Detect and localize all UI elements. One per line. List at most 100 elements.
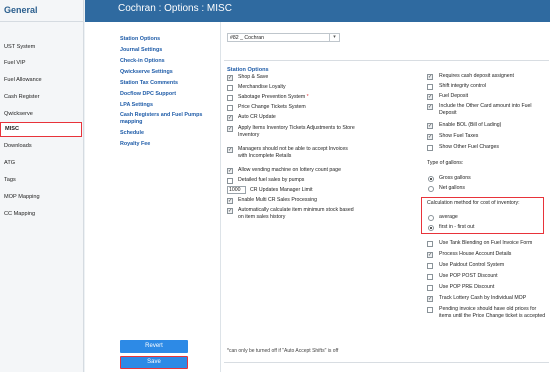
radio-gross-gallons[interactable] [428, 176, 434, 182]
option-label: first in - first out [439, 224, 475, 230]
checkbox-enable-bol[interactable]: ✓ [427, 123, 433, 129]
sidebar-item-fuel-vip[interactable]: Fuel VIP [0, 56, 82, 71]
chevron-down-icon[interactable]: ▾ [329, 34, 339, 41]
sidebar-item-tags[interactable]: Tags [0, 173, 82, 188]
checkbox-cash-deposit-assignment[interactable]: ✓ [427, 74, 433, 80]
option-label: Use Paidout Control System [439, 262, 505, 268]
checkbox-sabotage-prevention[interactable] [227, 95, 233, 101]
checkbox-show-fuel-taxes[interactable]: ✓ [427, 134, 433, 140]
divider [224, 362, 549, 363]
checkbox-merchandise-loyalty[interactable] [227, 85, 233, 91]
save-button[interactable]: Save [120, 356, 188, 369]
nav-docflow-dpc-support[interactable]: Docflow DPC Support [120, 91, 216, 98]
sidebar-item-qwickserve[interactable]: Qwickserve [0, 107, 82, 122]
option-label: Sabotage Prevention System [238, 94, 306, 100]
sidebar: General UST System Fuel VIP Fuel Allowan… [0, 0, 84, 372]
settings-nav: Station Options Journal Settings Check-i… [85, 22, 221, 372]
checkbox-shift-integrity[interactable] [427, 84, 433, 90]
option-label: Automatically calculate item minimum sto… [238, 207, 354, 220]
option-label: Merchandise Loyalty [238, 84, 286, 90]
option-label: Include the Other Card amount into Fuel … [439, 103, 532, 116]
option-label: Process House Account Details [439, 251, 512, 257]
cr-manager-limit-input[interactable]: 1000 [227, 186, 246, 194]
checkbox-price-change-tickets[interactable] [227, 105, 233, 111]
checkbox-shop-save[interactable]: ✓ [227, 75, 233, 81]
checkbox-detailed-fuel-sales[interactable] [227, 178, 233, 184]
option-label: Auto CR Update [238, 114, 276, 120]
sidebar-item-ust-system[interactable]: UST System [0, 40, 82, 55]
option-label: Fuel Deposit [439, 93, 469, 99]
sidebar-item-cc-mapping[interactable]: CC Mapping [0, 207, 82, 222]
page-header: Cochran : Options : MISC [85, 0, 550, 22]
checkbox-managers-incomplete-retails[interactable]: ✓ [227, 147, 233, 153]
checkbox-paidout-control[interactable] [427, 263, 433, 269]
sidebar-item-fuel-allowance[interactable]: Fuel Allowance [0, 73, 82, 88]
option-label: Pending invoice should have old prices f… [439, 306, 546, 319]
nav-lpa-settings[interactable]: LPA Settings [120, 102, 216, 109]
nav-station-options[interactable]: Station Options [120, 36, 216, 43]
nav-check-in-options[interactable]: Check-in Options [120, 58, 216, 65]
option-label: Requires cash deposit assignent [439, 73, 514, 79]
gallons-title: Type of gallons: [427, 160, 464, 166]
checkbox-multi-cr-sales[interactable]: ✓ [227, 198, 233, 204]
nav-journal-settings[interactable]: Journal Settings [120, 47, 216, 54]
checkbox-vending-machine-lottery[interactable]: ✓ [227, 168, 233, 174]
option-label: Use POP POST Discount [439, 273, 498, 279]
sidebar-title: General [0, 0, 83, 22]
option-label: Enable Multi CR Sales Processing [238, 197, 318, 203]
sidebar-item-cash-register[interactable]: Cash Register [0, 90, 82, 105]
checkbox-auto-min-stock[interactable]: ✓ [227, 208, 233, 214]
sidebar-item-atg[interactable]: ATG [0, 156, 82, 171]
revert-button[interactable]: Revert [120, 340, 188, 353]
checkbox-other-card-fuel-deposit[interactable]: ✓ [427, 104, 433, 110]
section-title: Station Options [227, 67, 269, 73]
checkbox-track-lottery-cash[interactable]: ✓ [427, 296, 433, 302]
option-label: Use Tank Blending on Fuel Invoice Form [439, 240, 533, 246]
checkbox-fuel-deposit[interactable]: ✓ [427, 94, 433, 100]
sidebar-item-mop-mapping[interactable]: MOP Mapping [0, 190, 82, 205]
option-label: Shift integrity control [439, 83, 486, 89]
radio-net-gallons[interactable] [428, 186, 434, 192]
radio-fifo[interactable] [428, 225, 434, 231]
checkbox-house-account-details[interactable]: ✓ [427, 252, 433, 258]
station-select-value: #82 _ Cochran [230, 35, 265, 41]
option-label: Track Lottery Cash by Individual MOP [439, 295, 527, 301]
divider [224, 60, 549, 61]
option-label: Detailed fuel sales by pumps [238, 177, 305, 183]
radio-average[interactable] [428, 215, 434, 221]
nav-cash-registers-fuel-pumps-mapping[interactable]: Cash Registers and Fuel Pumps mapping [120, 112, 216, 125]
required-asterisk: * [306, 94, 309, 100]
option-label: Shop & Save [238, 74, 269, 80]
station-select[interactable]: #82 _ Cochran ▾ [227, 33, 340, 42]
main-content: Station Options Journal Settings Check-i… [85, 22, 550, 372]
option-label-sabotage: Sabotage Prevention System * [238, 94, 358, 101]
footnote: *can only be turned off if "Auto Accept … [227, 348, 339, 354]
checkbox-pop-pre-discount[interactable] [427, 285, 433, 291]
nav-schedule[interactable]: Schedule [120, 130, 216, 137]
option-label: Enable BOL (Bill of Lading) [439, 122, 502, 128]
option-label: Price Change Tickets System [238, 104, 306, 110]
option-label: Use POP PRE Discount [439, 284, 495, 290]
option-label: Allow vending machine on lottery count p… [238, 167, 341, 173]
option-label: CR Updates Manager Limit [250, 187, 313, 193]
option-label: Show Other Fuel Charges [439, 144, 499, 150]
checkbox-auto-cr-update[interactable]: ✓ [227, 115, 233, 121]
nav-royalty-fee[interactable]: Royalty Fee [120, 141, 216, 148]
checkbox-pop-post-discount[interactable] [427, 274, 433, 280]
page-title: Cochran : Options : MISC [118, 3, 232, 14]
nav-qwickserve-settings[interactable]: Qwickserve Settings [120, 69, 216, 76]
option-label: Show Fuel Taxes [439, 133, 479, 139]
checkbox-tank-blending[interactable] [427, 241, 433, 247]
option-label: average [439, 214, 458, 220]
sidebar-item-downloads[interactable]: Downloads [0, 139, 82, 154]
sidebar-item-misc[interactable]: MISC [0, 122, 82, 137]
option-label: Gross gallons [439, 175, 471, 181]
checkbox-apply-inventory-adjustments[interactable]: ✓ [227, 126, 233, 132]
calc-method-title: Calculation method for cost of inventory… [427, 200, 520, 206]
nav-station-tax-comments[interactable]: Station Tax Comments [120, 80, 216, 87]
option-label: Net gallons [439, 185, 465, 191]
option-label: Managers should not be able to accept In… [238, 146, 348, 159]
option-label: Apply Items Inventory Tickets Adjustment… [238, 125, 355, 138]
checkbox-pending-invoice-old-prices[interactable] [427, 307, 433, 313]
checkbox-other-fuel-charges[interactable] [427, 145, 433, 151]
